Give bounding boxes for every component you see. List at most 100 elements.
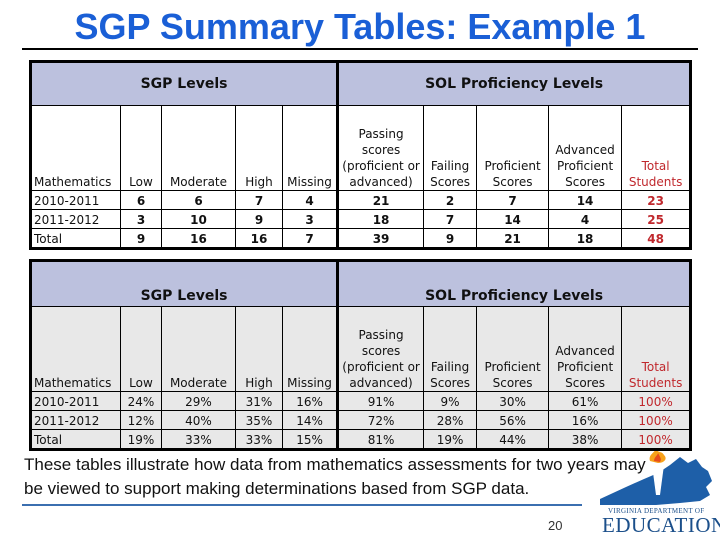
col-advanced: Advanced Proficient Scores (548, 306, 623, 392)
page-title: SGP Summary Tables: Example 1 (74, 6, 646, 47)
cell: 24% (120, 391, 162, 411)
cell: 3 (281, 209, 339, 229)
row-label: 2010-2011 (30, 190, 121, 210)
cell: 9 (120, 228, 162, 249)
cell: 14 (476, 209, 550, 229)
cell: 7 (235, 190, 283, 210)
col-moderate: Moderate (161, 105, 236, 191)
col-failing: Failing Scores (423, 306, 478, 392)
cell: 14% (281, 410, 339, 430)
cell: 91% (336, 391, 425, 411)
logo-title: EDUCATION (602, 513, 720, 537)
cell: 16% (281, 391, 339, 411)
cell: 33% (161, 429, 236, 450)
cell: 9 (423, 228, 478, 249)
cell: 6 (120, 190, 162, 210)
row-label: 2011-2012 (30, 209, 121, 229)
table-row: 2011-2012 12% 40% 35% 14% 72% 28% 56% 16… (30, 410, 692, 430)
cell: 10 (161, 209, 236, 229)
col-mathematics: Mathematics (30, 306, 121, 392)
cell: 4 (548, 209, 623, 229)
cell: 16 (235, 228, 283, 249)
cell: 7 (476, 190, 550, 210)
cell: 9 (235, 209, 283, 229)
sol-proficiency-header: SOL Proficiency Levels (336, 61, 692, 106)
cell: 72% (336, 410, 425, 430)
cell: 7 (281, 228, 339, 249)
table-row: Total 9 16 16 7 39 9 21 18 48 (30, 228, 692, 249)
cell: 30% (476, 391, 550, 411)
cell: 29% (161, 391, 236, 411)
cell: 19% (120, 429, 162, 450)
row-label: Total (30, 228, 121, 249)
col-total-students: Total Students (621, 306, 692, 392)
cell: 44% (476, 429, 550, 450)
cell: 4 (281, 190, 339, 210)
col-failing: Failing Scores (423, 105, 478, 191)
cell: 56% (476, 410, 550, 430)
table-row: Total 19% 33% 33% 15% 81% 19% 44% 38% 10… (30, 429, 692, 450)
cell: 12% (120, 410, 162, 430)
cell: 25 (621, 209, 692, 229)
table-row: 2010-2011 6 6 7 4 21 2 7 14 23 (30, 190, 692, 210)
cell: 18 (548, 228, 623, 249)
col-high: High (235, 105, 283, 191)
cell: 2 (423, 190, 478, 210)
cell: 6 (161, 190, 236, 210)
col-low: Low (120, 306, 162, 392)
cell: 33% (235, 429, 283, 450)
cell: 40% (161, 410, 236, 430)
col-moderate: Moderate (161, 306, 236, 392)
cell: 18 (336, 209, 425, 229)
footer-divider (22, 504, 582, 506)
col-missing: Missing (281, 306, 339, 392)
cell: 100% (621, 410, 692, 430)
counts-table: SGP Levels SOL Proficiency Levels Mathem… (29, 60, 693, 250)
sgp-levels-header: SGP Levels (29, 61, 339, 106)
cell: 16% (548, 410, 623, 430)
cell: 15% (281, 429, 339, 450)
cell: 38% (548, 429, 623, 450)
cell: 16 (161, 228, 236, 249)
column-headers: Mathematics Low Moderate High Missing Pa… (30, 105, 692, 191)
col-proficient: Proficient Scores (476, 105, 550, 191)
percentages-table: SGP Levels SOL Proficiency Levels Mathem… (29, 259, 693, 451)
col-low: Low (120, 105, 162, 191)
caption-text: These tables illustrate how data from ma… (24, 455, 646, 498)
cell: 39 (336, 228, 425, 249)
table-row: 2011-2012 3 10 9 3 18 7 14 4 25 (30, 209, 692, 229)
col-proficient: Proficient Scores (476, 306, 550, 392)
title-divider (22, 48, 698, 50)
row-label: 2010-2011 (30, 391, 121, 411)
col-passing: Passing scores (proficient or advanced) (336, 105, 425, 191)
table-row: 2010-2011 24% 29% 31% 16% 91% 9% 30% 61%… (30, 391, 692, 411)
column-headers: Mathematics Low Moderate High Missing Pa… (30, 306, 692, 392)
cell: 31% (235, 391, 283, 411)
cell: 35% (235, 410, 283, 430)
cell: 23 (621, 190, 692, 210)
col-mathematics: Mathematics (30, 105, 121, 191)
col-advanced: Advanced Proficient Scores (548, 105, 623, 191)
cell: 19% (423, 429, 478, 450)
cell: 100% (621, 429, 692, 450)
cell: 48 (621, 228, 692, 249)
cell: 61% (548, 391, 623, 411)
cell: 28% (423, 410, 478, 430)
col-high: High (235, 306, 283, 392)
col-missing: Missing (281, 105, 339, 191)
col-passing: Passing scores (proficient or advanced) (336, 306, 425, 392)
page-number: 20 (548, 518, 563, 533)
row-label: 2011-2012 (30, 410, 121, 430)
row-label: Total (30, 429, 121, 450)
cell: 14 (548, 190, 623, 210)
cell: 9% (423, 391, 478, 411)
cell: 7 (423, 209, 478, 229)
cell: 21 (476, 228, 550, 249)
sgp-levels-header: SGP Levels (29, 260, 339, 307)
cell: 3 (120, 209, 162, 229)
cell: 21 (336, 190, 425, 210)
col-total-students: Total Students (621, 105, 692, 191)
sol-proficiency-header: SOL Proficiency Levels (336, 260, 692, 307)
cell: 100% (621, 391, 692, 411)
cell: 81% (336, 429, 425, 450)
